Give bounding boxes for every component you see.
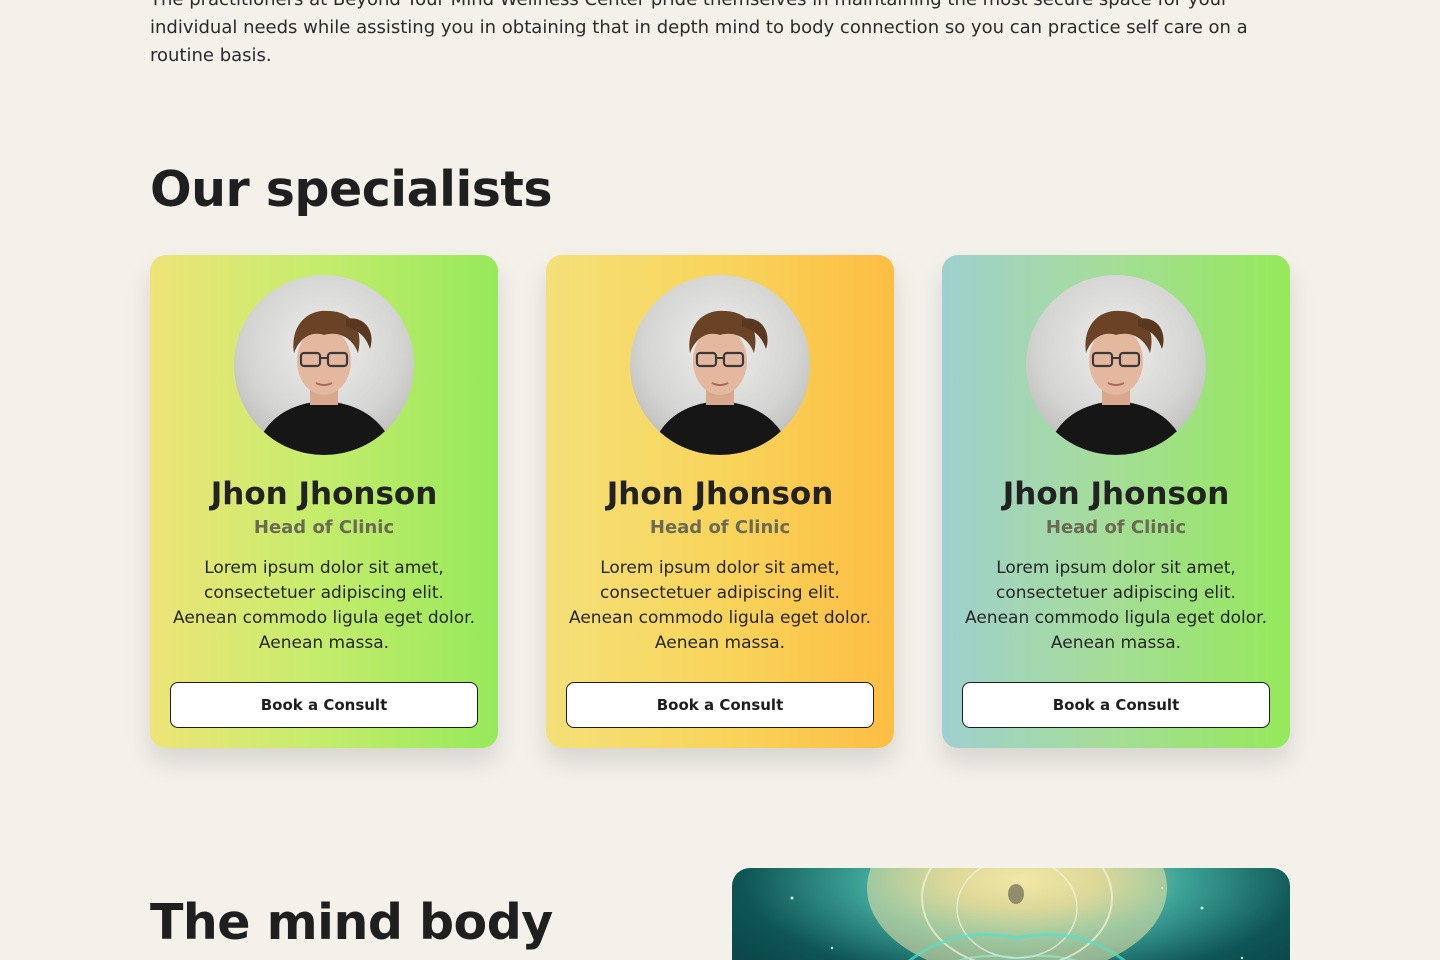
specialists-heading: Our specialists — [150, 161, 553, 218]
specialist-name: Jhon Jhonson — [210, 476, 438, 512]
specialist-description: Lorem ipsum dolor sit amet, consectetuer… — [965, 558, 1267, 653]
mind-body-heading: The mind body — [150, 894, 553, 951]
specialist-name: Jhon Jhonson — [606, 476, 834, 512]
specialist-card: Jhon Jhonson Head of Clinic Lorem ipsum … — [150, 255, 498, 748]
specialist-avatar — [234, 275, 414, 455]
specialist-card: Jhon Jhonson Head of Clinic Lorem ipsum … — [546, 255, 894, 748]
book-consult-button[interactable]: Book a Consult — [170, 682, 478, 728]
specialist-role: Head of Clinic — [253, 517, 395, 538]
specialist-avatar — [1026, 275, 1206, 455]
avatar-photo — [254, 310, 396, 455]
intro-paragraph: The practitioners at Beyond Your Mind We… — [150, 0, 1248, 66]
specialist-name: Jhon Jhonson — [1002, 476, 1230, 512]
book-consult-button[interactable]: Book a Consult — [962, 682, 1270, 728]
specialist-description: Lorem ipsum dolor sit amet, consectetuer… — [173, 558, 475, 653]
book-consult-button[interactable]: Book a Consult — [566, 682, 874, 728]
avatar-photo — [650, 310, 792, 455]
meditation-artwork — [790, 868, 1244, 960]
specialist-role: Head of Clinic — [649, 517, 791, 538]
page: The practitioners at Beyond Your Mind We… — [0, 0, 1440, 960]
specialist-card: Jhon Jhonson Head of Clinic Lorem ipsum … — [942, 255, 1290, 748]
specialist-role: Head of Clinic — [1045, 517, 1187, 538]
mind-body-illustration — [732, 868, 1290, 960]
specialists-cards: Jhon Jhonson Head of Clinic Lorem ipsum … — [150, 255, 1290, 748]
avatar-photo — [1046, 310, 1188, 455]
specialist-description: Lorem ipsum dolor sit amet, consectetuer… — [569, 558, 871, 653]
specialist-avatar — [630, 275, 810, 455]
